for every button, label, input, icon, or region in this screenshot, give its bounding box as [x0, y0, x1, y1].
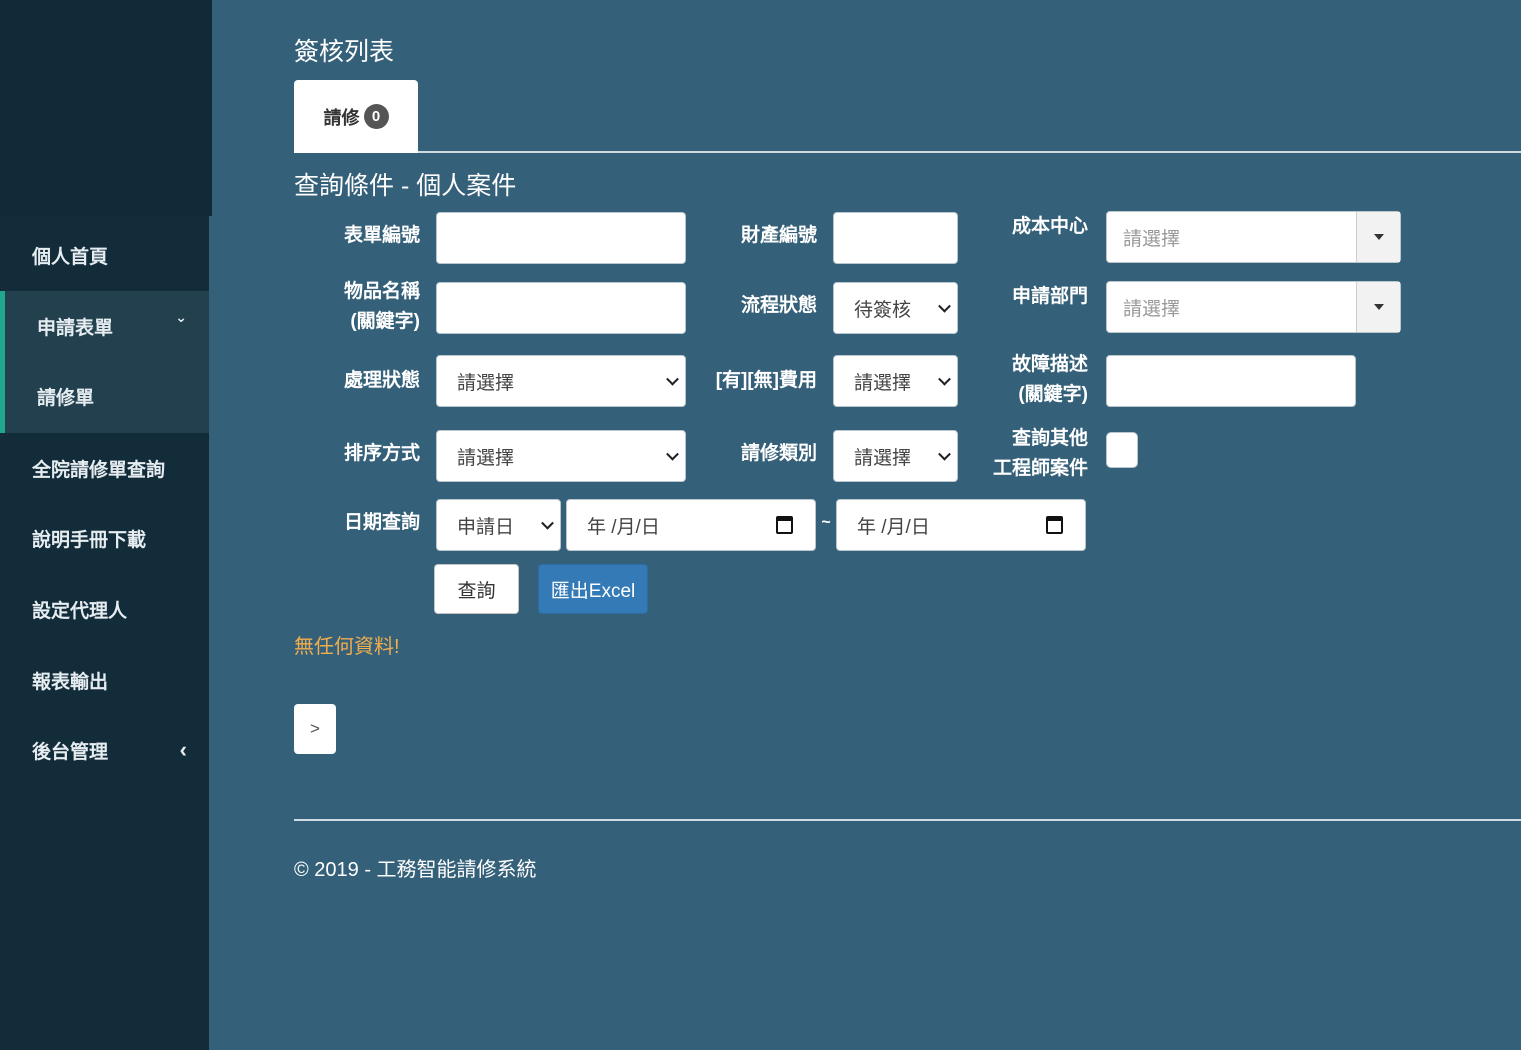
flow-status-select[interactable]: 待簽核 — [833, 282, 958, 334]
sort-label: 排序方式 — [343, 443, 420, 464]
sidebar-item-label: 報表輸出 — [32, 671, 109, 693]
repair-type-value: 請選擇 — [854, 447, 912, 469]
process-status-label: 處理狀態 — [343, 370, 420, 391]
cost-center-select[interactable]: 請選擇 — [1106, 211, 1401, 263]
chevron-down-icon — [938, 372, 951, 386]
sidebar-header — [0, 0, 212, 216]
sidebar-item-repair-form[interactable]: 請修單 — [5, 361, 209, 431]
flow-status-value: 待簽核 — [854, 299, 912, 321]
caret-down-icon — [1373, 234, 1384, 240]
apply-dept-label: 申請部門 — [1011, 286, 1088, 307]
fault-desc-label: 故障描述 (關鍵字) — [998, 350, 1088, 410]
tab-repair[interactable]: 請修 0 — [294, 80, 418, 153]
chevron-down-icon — [938, 447, 951, 461]
dropdown-toggle[interactable] — [1356, 282, 1400, 332]
search-button[interactable]: 查詢 — [434, 564, 519, 614]
form-no-input[interactable] — [436, 212, 686, 264]
count-badge: 0 — [363, 104, 389, 129]
chevron-down-icon — [666, 372, 679, 386]
date-type-value: 申請日 — [457, 516, 515, 538]
sidebar-item-all-repair-query[interactable]: 全院請修單查詢 — [0, 433, 209, 503]
footer-copyright: © 2019 - 工務智能請修系統 — [294, 859, 537, 881]
fault-desc-label-line2: (關鍵字) — [1018, 384, 1088, 405]
fee-label: [有][無]費用 — [715, 370, 817, 391]
chevron-down-icon — [938, 299, 951, 313]
form-no-label: 表單編號 — [343, 225, 420, 246]
date-type-select[interactable]: 申請日 — [436, 499, 561, 551]
next-page-button[interactable]: > — [294, 704, 336, 754]
fault-desc-label-line1: 故障描述 — [1011, 354, 1088, 375]
sort-value: 請選擇 — [457, 447, 515, 469]
other-eng-label-line1: 查詢其他 — [1011, 428, 1088, 449]
date-from-input[interactable]: 年 /月/日 — [566, 499, 816, 551]
date-to-placeholder: 年 /月/日 — [857, 516, 930, 538]
page-title: 簽核列表 — [294, 38, 395, 66]
calendar-icon[interactable] — [1046, 516, 1063, 534]
other-engineer-checkbox[interactable] — [1106, 432, 1138, 468]
cost-center-label: 成本中心 — [1011, 216, 1088, 237]
sidebar-item-apply-forms[interactable]: 申請表單 ⌄ — [5, 291, 209, 361]
item-name-label-line1: 物品名稱 — [343, 281, 420, 302]
fee-value: 請選擇 — [854, 372, 912, 394]
sidebar-item-set-delegate[interactable]: 設定代理人 — [0, 574, 209, 644]
section-title: 查詢條件 - 個人案件 — [294, 172, 517, 200]
item-name-label: 物品名稱 (關鍵字) — [330, 277, 420, 337]
sidebar-item-report-output[interactable]: 報表輸出 — [0, 645, 209, 715]
fault-desc-input[interactable] — [1106, 355, 1356, 407]
sidebar-item-label: 全院請修單查詢 — [32, 459, 166, 481]
repair-type-select[interactable]: 請選擇 — [833, 430, 958, 482]
apply-dept-placeholder: 請選擇 — [1123, 298, 1181, 320]
repair-type-label: 請修類別 — [740, 443, 817, 464]
other-eng-label-line2: 工程師案件 — [992, 458, 1088, 479]
date-range-separator: ~ — [821, 514, 831, 531]
sidebar-item-label: 設定代理人 — [32, 600, 128, 622]
no-data-message: 無任何資料! — [294, 636, 400, 658]
calendar-icon[interactable] — [776, 516, 793, 534]
sidebar-item-label: 請修單 — [37, 387, 95, 409]
sidebar-item-home[interactable]: 個人首頁 — [0, 220, 209, 290]
footer-divider — [294, 819, 1521, 821]
export-excel-button[interactable]: 匯出Excel — [538, 564, 648, 614]
chevron-left-icon: ‹ — [179, 737, 187, 762]
date-from-placeholder: 年 /月/日 — [587, 516, 660, 538]
date-to-input[interactable]: 年 /月/日 — [836, 499, 1086, 551]
chevron-down-icon: ⌄ — [175, 309, 187, 325]
dropdown-toggle[interactable] — [1356, 212, 1400, 262]
chevron-down-icon — [541, 516, 554, 530]
process-status-select[interactable]: 請選擇 — [436, 355, 686, 407]
fee-select[interactable]: 請選擇 — [833, 355, 958, 407]
sidebar-item-label: 後台管理 — [32, 741, 109, 763]
sidebar-item-manual-download[interactable]: 說明手冊下載 — [0, 503, 209, 573]
caret-down-icon — [1373, 304, 1384, 310]
sidebar-item-label: 說明手冊下載 — [32, 529, 147, 551]
flow-status-label: 流程狀態 — [740, 295, 817, 316]
tab-divider — [418, 151, 1521, 153]
asset-no-label: 財產編號 — [740, 225, 817, 246]
sidebar-group-apply-forms: 申請表單 ⌄ 請修單 — [0, 291, 209, 433]
item-name-label-line2: (關鍵字) — [350, 311, 420, 332]
other-eng-label: 查詢其他 工程師案件 — [978, 424, 1088, 484]
sidebar-item-admin[interactable]: 後台管理 ‹ — [0, 715, 209, 785]
apply-dept-select[interactable]: 請選擇 — [1106, 281, 1401, 333]
chevron-down-icon — [666, 447, 679, 461]
tab-label: 請修 — [323, 107, 360, 128]
item-name-input[interactable] — [436, 282, 686, 334]
cost-center-placeholder: 請選擇 — [1123, 228, 1181, 250]
sidebar: 個人首頁 申請表單 ⌄ 請修單 全院請修單查詢 說明手冊下載 設定代理人 報表輸… — [0, 216, 209, 1050]
sidebar-item-label: 申請表單 — [37, 317, 114, 339]
process-status-value: 請選擇 — [457, 372, 515, 394]
sort-select[interactable]: 請選擇 — [436, 430, 686, 482]
sidebar-item-label: 個人首頁 — [32, 246, 109, 268]
date-query-label: 日期查詢 — [343, 512, 420, 533]
asset-no-input[interactable] — [833, 212, 958, 264]
